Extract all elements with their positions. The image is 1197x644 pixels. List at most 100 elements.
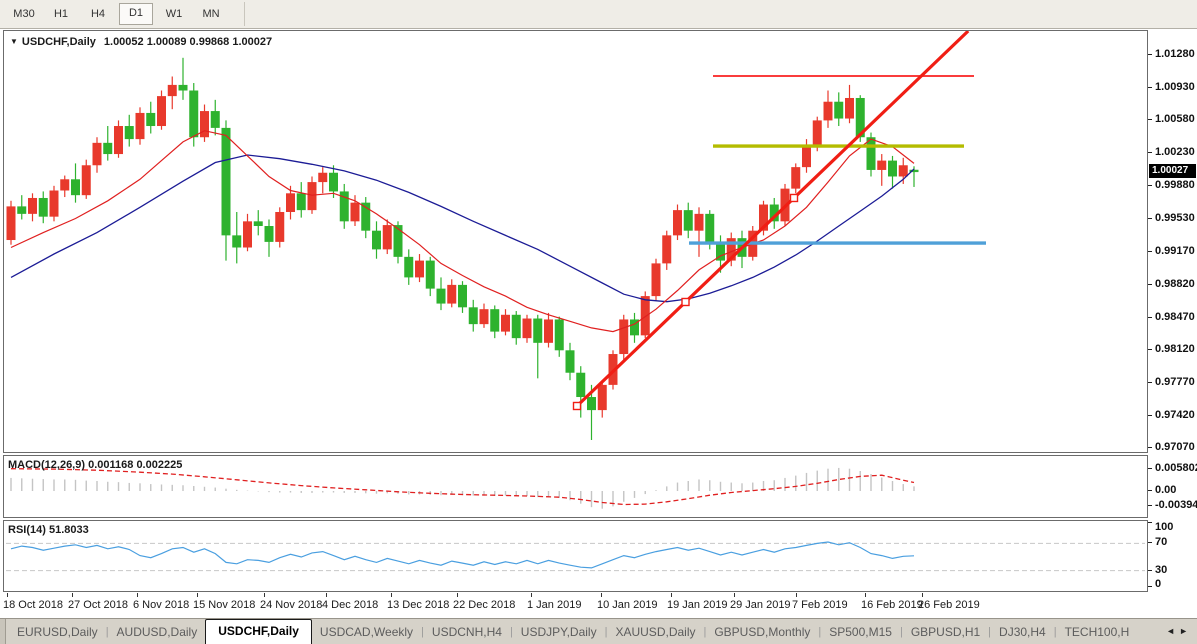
candle[interactable] (469, 300, 478, 332)
candle[interactable] (630, 313, 639, 343)
candle[interactable] (383, 219, 392, 254)
macd-axis-label: 0.005802 (1155, 462, 1197, 474)
macd-axis-label: 0.00 (1155, 484, 1176, 496)
candle[interactable] (652, 259, 661, 301)
candle[interactable] (673, 205, 682, 241)
date-label: 4 Dec 2018 (322, 599, 378, 611)
candle[interactable] (619, 315, 628, 360)
candle[interactable] (791, 163, 800, 193)
tab-gbpusd-monthly[interactable]: GBPUSD,Monthly (706, 621, 818, 644)
tab-usdchf-daily[interactable]: USDCHF,Daily (205, 619, 312, 644)
candle[interactable] (544, 313, 553, 348)
tab-usdcad-weekly[interactable]: USDCAD,Weekly (312, 621, 421, 644)
title-dropdown-arrow-icon[interactable]: ▼ (10, 37, 18, 46)
candle[interactable] (834, 92, 843, 126)
candle[interactable] (82, 160, 91, 199)
candle[interactable] (297, 182, 306, 218)
candle[interactable] (695, 207, 704, 257)
tab-gbpusd-h1[interactable]: GBPUSD,H1 (903, 621, 988, 644)
candle[interactable] (566, 343, 575, 380)
candle[interactable] (845, 85, 854, 123)
candle[interactable] (501, 309, 510, 335)
candle[interactable] (684, 203, 693, 239)
candle[interactable] (28, 193, 37, 221)
candle[interactable] (415, 254, 424, 282)
candle[interactable] (662, 231, 671, 270)
trendline[interactable] (577, 31, 968, 406)
candle[interactable] (17, 195, 26, 219)
candle[interactable] (404, 249, 413, 285)
candle[interactable] (340, 184, 349, 229)
candle[interactable] (372, 221, 381, 258)
candle[interactable] (222, 120, 231, 260)
price-label: 1.00230 (1155, 146, 1195, 158)
date-label: 29 Jan 2019 (730, 599, 791, 611)
candle[interactable] (211, 100, 220, 136)
rsi-axis[interactable]: 10070300 (1148, 520, 1197, 592)
trendline-handle[interactable] (574, 402, 581, 409)
tab-scroll-arrows[interactable]: ◄► (1166, 626, 1192, 636)
date-axis[interactable]: 18 Oct 201827 Oct 20186 Nov 201815 Nov 2… (0, 593, 1197, 617)
tab-sp500-m15[interactable]: SP500,M15 (821, 621, 900, 644)
candle[interactable] (114, 120, 123, 157)
candle[interactable] (458, 281, 467, 313)
candle[interactable] (824, 91, 833, 128)
tabbar-left-edge[interactable] (0, 619, 6, 644)
tab-eurusd-daily[interactable]: EURUSD,Daily (9, 621, 106, 644)
candle[interactable] (125, 115, 134, 147)
macd-axis[interactable]: 0.0058020.00-0.003945 (1148, 455, 1197, 518)
candle[interactable] (437, 277, 446, 310)
timeframe-button-h1[interactable]: H1 (45, 4, 77, 24)
candle[interactable] (447, 279, 456, 307)
candle[interactable] (480, 304, 489, 328)
date-tick (922, 593, 923, 597)
candle[interactable] (877, 154, 886, 186)
candle[interactable] (39, 191, 48, 223)
candle[interactable] (361, 197, 370, 238)
timeframe-button-w1[interactable]: W1 (158, 4, 190, 24)
candle[interactable] (243, 214, 252, 251)
candle[interactable] (490, 305, 499, 338)
candle[interactable] (275, 207, 284, 247)
candle[interactable] (60, 176, 69, 197)
tab-usdcnh-h4[interactable]: USDCNH,H4 (424, 621, 510, 644)
trendline-handle[interactable] (682, 298, 689, 305)
candle[interactable] (103, 126, 112, 161)
price-axis[interactable]: 1.012801.009301.005801.002300.998800.995… (1148, 30, 1197, 453)
candle[interactable] (426, 257, 435, 296)
timeframe-button-h4[interactable]: H4 (82, 4, 114, 24)
candle[interactable] (200, 105, 209, 142)
candle[interactable] (888, 156, 897, 189)
timeframe-button-m30[interactable]: M30 (8, 4, 40, 24)
candle[interactable] (254, 210, 263, 235)
candle[interactable] (179, 58, 188, 100)
candle[interactable] (146, 102, 155, 134)
candle[interactable] (533, 315, 542, 379)
candle[interactable] (802, 139, 811, 173)
candle[interactable] (318, 167, 327, 193)
candle[interactable] (189, 83, 198, 147)
candle[interactable] (136, 107, 145, 144)
candle[interactable] (394, 221, 403, 263)
tab-tech100-h[interactable]: TECH100,H (1057, 621, 1138, 644)
timeframe-button-mn[interactable]: MN (195, 4, 227, 24)
candle[interactable] (512, 311, 521, 345)
candle[interactable] (265, 219, 274, 256)
tab-usdjpy-daily[interactable]: USDJPY,Daily (513, 621, 605, 644)
candle[interactable] (71, 163, 80, 202)
tab-xauusd-daily[interactable]: XAUUSD,Daily (607, 621, 703, 644)
candle[interactable] (555, 317, 564, 357)
tab-dj30-h4[interactable]: DJ30,H4 (991, 621, 1054, 644)
candle[interactable] (523, 315, 532, 343)
candle[interactable] (50, 186, 59, 222)
candle[interactable] (232, 212, 241, 263)
tab-audusd-daily[interactable]: AUDUSD,Daily (109, 621, 206, 644)
candle[interactable] (7, 201, 16, 245)
main-chart-canvas[interactable] (3, 30, 1148, 453)
candle[interactable] (168, 76, 177, 109)
candle[interactable] (93, 137, 102, 173)
timeframe-button-d1[interactable]: D1 (119, 3, 153, 25)
trendline-handle[interactable] (791, 194, 798, 201)
rsi-indicator-canvas[interactable] (3, 520, 1148, 592)
candle[interactable] (157, 91, 166, 130)
